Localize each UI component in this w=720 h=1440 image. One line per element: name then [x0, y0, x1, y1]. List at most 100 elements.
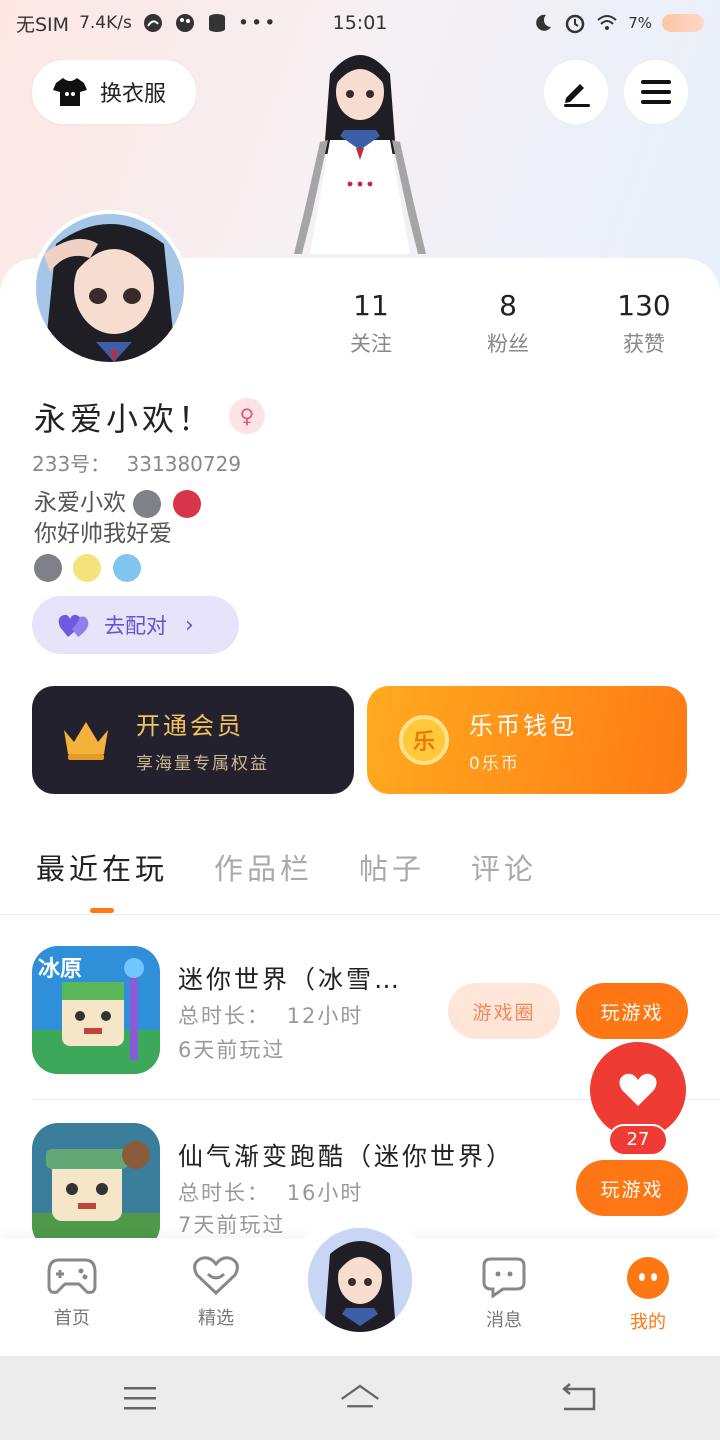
- nav-avatar-center-button[interactable]: [304, 1224, 416, 1336]
- game-last-played: 6天前玩过: [178, 1038, 286, 1062]
- game-duration-value: 12小时: [286, 1004, 364, 1028]
- game-icon-mini-world-ice[interactable]: 冰原: [32, 946, 160, 1074]
- likes-count: 130: [617, 289, 671, 322]
- network-speed: 7.4K/s: [79, 13, 132, 33]
- user-id-label: 233号：: [32, 452, 111, 476]
- storage-icon: [208, 14, 225, 32]
- sweat-droplets-emoji-icon: [112, 553, 141, 582]
- nickname: 永爱小欢！: [34, 400, 215, 438]
- fans-count: 8: [499, 289, 517, 322]
- avatar-3d-figure[interactable]: [280, 44, 440, 262]
- user-id: 233号： 331380729: [32, 448, 241, 477]
- nav-featured[interactable]: 精选: [166, 1256, 266, 1330]
- recent-apps-button[interactable]: [118, 1376, 162, 1420]
- game-duration: 总时长： 12小时: [178, 1000, 363, 1030]
- game-duration: 总时长： 16小时: [178, 1177, 363, 1207]
- game-title: 迷你世界（冰雪…: [178, 965, 403, 994]
- double-heart-icon: [58, 614, 89, 637]
- game-title: 仙气渐变跑酷（迷你世界）: [178, 1142, 515, 1171]
- coin-icon: 乐: [399, 715, 449, 765]
- nav-mine[interactable]: 我的: [598, 1256, 698, 1334]
- profile-face-icon: [627, 1257, 669, 1299]
- chat-bubble-icon: [482, 1257, 526, 1299]
- tab-comments[interactable]: 评论: [471, 846, 537, 896]
- play-game-button[interactable]: 玩游戏: [576, 983, 688, 1039]
- crown-icon: [64, 722, 108, 760]
- active-tab-indicator: [90, 908, 114, 913]
- gamepad-icon: [47, 1258, 97, 1294]
- bio-line-2: 你好帅我好爱: [34, 521, 172, 547]
- profile-tabs: 最近在玩 作品栏 帖子 评论: [36, 846, 537, 896]
- like-count-badge: 27: [608, 1124, 668, 1156]
- nav-messages[interactable]: 消息: [454, 1256, 554, 1332]
- home-button[interactable]: [338, 1376, 382, 1420]
- fans-label: 粉丝: [487, 332, 529, 356]
- rose-emoji-icon: [172, 489, 201, 518]
- battery-percent: 7%: [628, 14, 652, 32]
- tab-works[interactable]: 作品栏: [214, 846, 313, 896]
- do-not-disturb-moon-icon: [536, 14, 552, 31]
- likes-label: 获赞: [623, 332, 665, 356]
- status-bar: 无SIM 7.4K/s ••• 15:01 7%: [0, 0, 720, 46]
- vip-membership-card[interactable]: 开通会员 享海量专属权益: [32, 686, 354, 794]
- play-game-button[interactable]: 玩游戏: [576, 1160, 688, 1216]
- fans-stat[interactable]: 8 粉丝: [448, 288, 568, 358]
- game-cover-image: 冰原: [32, 946, 160, 1074]
- gender-female-icon: ♀: [229, 398, 265, 434]
- new-moon-emoji-icon: [133, 489, 162, 518]
- game-duration-label: 总时长：: [178, 1004, 270, 1028]
- wallet-title: 乐币钱包: [469, 712, 577, 740]
- back-icon: [562, 1383, 596, 1411]
- game-circle-button[interactable]: 游戏圈: [448, 983, 560, 1039]
- avatar-center-image: [308, 1228, 412, 1332]
- wallet-card[interactable]: 乐 乐币钱包 0乐币: [367, 686, 687, 794]
- likes-stat[interactable]: 130 获赞: [584, 288, 704, 358]
- recent-apps-icon: [124, 1387, 156, 1410]
- vip-subtitle: 享海量专属权益: [136, 754, 269, 774]
- full-moon-emoji-icon: [73, 553, 102, 582]
- nav-messages-label: 消息: [486, 1310, 522, 1331]
- profile-avatar[interactable]: [32, 210, 188, 366]
- following-count: 11: [353, 289, 389, 322]
- carrier-text: 无SIM: [16, 13, 70, 36]
- wifi-icon: [597, 15, 617, 30]
- bio-line-1: 永爱小欢: [34, 490, 126, 516]
- game-duration-label: 总时长：: [178, 1181, 270, 1205]
- change-outfit-button[interactable]: 换衣服: [32, 60, 196, 124]
- battery-icon: [662, 14, 704, 32]
- menu-button[interactable]: [624, 60, 688, 124]
- match-button[interactable]: 去配对 ›: [32, 596, 239, 654]
- wallet-balance: 0乐币: [469, 754, 520, 774]
- palette-icon: [175, 14, 194, 32]
- following-stat[interactable]: 11 关注: [311, 288, 431, 358]
- tab-recently-played[interactable]: 最近在玩: [36, 846, 168, 896]
- home-icon: [341, 1384, 379, 1408]
- game-icon-parkour[interactable]: [32, 1123, 160, 1238]
- edit-profile-button[interactable]: [544, 60, 608, 124]
- user-id-value: 331380729: [126, 452, 242, 476]
- new-moon-emoji-icon: [34, 553, 62, 582]
- profile-stats: 11 关注 8 粉丝 130 获赞: [300, 288, 720, 368]
- hamburger-menu-icon: [641, 80, 671, 104]
- nav-home[interactable]: 首页: [22, 1256, 122, 1330]
- tab-posts[interactable]: 帖子: [359, 846, 425, 896]
- heart-icon: [619, 1073, 657, 1106]
- pencil-icon: [564, 84, 590, 107]
- following-label: 关注: [350, 332, 392, 356]
- nav-mine-label: 我的: [630, 1312, 666, 1333]
- heart-outline-icon: [193, 1256, 239, 1296]
- vip-title: 开通会员: [136, 712, 244, 740]
- game-duration-value: 16小时: [286, 1181, 364, 1205]
- game-last-played: 7天前玩过: [178, 1213, 286, 1237]
- game-cover-image: [32, 1123, 160, 1238]
- tab-divider: [0, 914, 720, 915]
- avatar-portrait-image: [36, 214, 184, 362]
- app-notification-icon: [143, 14, 162, 32]
- nav-home-label: 首页: [54, 1308, 90, 1329]
- tshirt-icon: [53, 78, 87, 106]
- game-icon-text: 冰原: [38, 957, 82, 982]
- change-outfit-label: 换衣服: [100, 82, 167, 107]
- back-button[interactable]: [556, 1376, 600, 1420]
- nav-featured-label: 精选: [198, 1308, 234, 1329]
- match-label: 去配对: [104, 614, 167, 638]
